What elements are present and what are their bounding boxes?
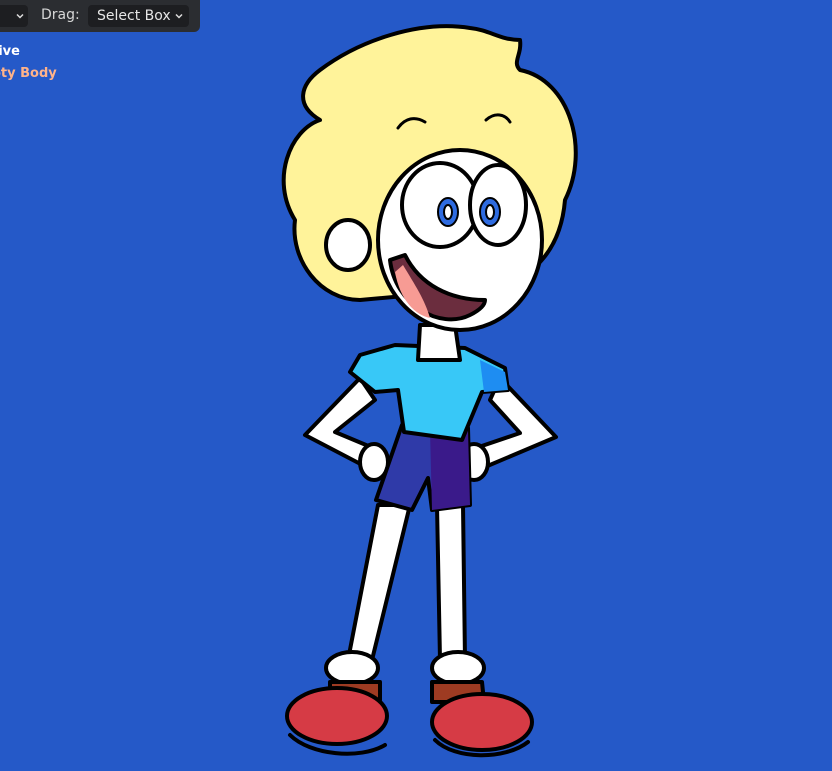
right-leg [435,503,467,662]
right-shoe [430,692,534,752]
ear [324,218,372,272]
cartoon-character [281,24,578,758]
left-shoe [285,686,389,746]
left-leg [346,503,412,662]
viewport[interactable]: Drag: Select Box tive oty Body [0,0,832,771]
